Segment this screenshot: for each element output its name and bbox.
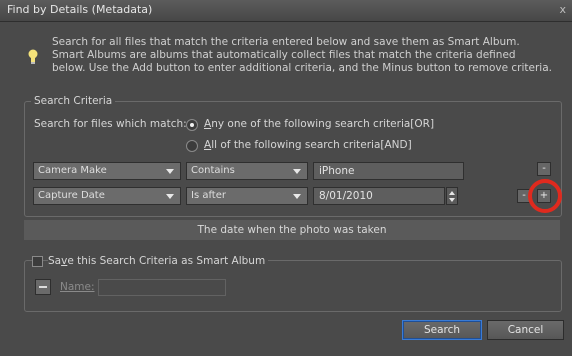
- chevron-down-icon: [166, 169, 174, 174]
- select-value: Camera Make: [38, 165, 107, 176]
- close-icon[interactable]: x: [559, 3, 566, 16]
- chevron-down-icon: [293, 194, 301, 199]
- save-smart-album-label[interactable]: Save this Search Criteria as Smart Album: [48, 255, 269, 267]
- search-button[interactable]: Search: [402, 320, 482, 340]
- smart-album-icon: [35, 279, 51, 295]
- criteria-field-select[interactable]: Camera Make: [33, 162, 181, 180]
- chevron-down-icon: [166, 194, 174, 199]
- dialog-window: Find by Details (Metadata) x Search for …: [0, 0, 572, 356]
- date-input[interactable]: 8/01/2010: [313, 187, 445, 205]
- chevron-down-icon: [293, 169, 301, 174]
- search-criteria-legend: Search Criteria: [31, 95, 116, 107]
- select-value: Is after: [191, 190, 226, 201]
- radio-label-text: ny one of the following search criteria[…: [211, 118, 435, 130]
- window-title: Find by Details (Metadata): [7, 3, 153, 16]
- radio-any-criteria-label[interactable]: Any one of the following search criteria…: [204, 118, 434, 130]
- criteria-value-input[interactable]: iPhone: [313, 162, 464, 180]
- select-value: Contains: [191, 165, 235, 176]
- legend-text: e this Search Criteria as Smart Album: [67, 255, 266, 267]
- radio-any-criteria[interactable]: [186, 119, 198, 131]
- select-value: Capture Date: [38, 190, 105, 201]
- info-description: Search for all files that match the crit…: [52, 36, 552, 74]
- save-smart-album-checkbox[interactable]: [32, 256, 43, 267]
- criteria-operator-select[interactable]: Contains: [186, 162, 308, 180]
- highlight-circle: [528, 179, 562, 213]
- radio-all-criteria[interactable]: [186, 140, 198, 152]
- remove-criteria-button[interactable]: -: [537, 162, 551, 176]
- radio-all-criteria-label[interactable]: All of the following search criteria[AND…: [204, 139, 412, 151]
- spinner-down-icon[interactable]: [449, 198, 455, 202]
- lightbulb-icon: [28, 49, 38, 64]
- name-label: Name:: [60, 281, 95, 293]
- match-label: Search for files which match:: [34, 118, 187, 130]
- input-value: iPhone: [319, 165, 355, 177]
- title-bar[interactable]: Find by Details (Metadata) x: [0, 0, 572, 22]
- spinner-up-icon[interactable]: [449, 191, 455, 195]
- criteria-operator-select[interactable]: Is after: [186, 187, 308, 205]
- criteria-hint: The date when the photo was taken: [24, 220, 560, 240]
- legend-text: Sa: [48, 255, 62, 267]
- radio-label-text: ll of the following search criteria[AND]: [211, 139, 412, 151]
- input-value: 8/01/2010: [319, 190, 373, 202]
- date-spinner[interactable]: [446, 187, 458, 205]
- cancel-button[interactable]: Cancel: [487, 320, 564, 340]
- name-input[interactable]: [98, 279, 226, 296]
- criteria-field-select[interactable]: Capture Date: [33, 187, 181, 205]
